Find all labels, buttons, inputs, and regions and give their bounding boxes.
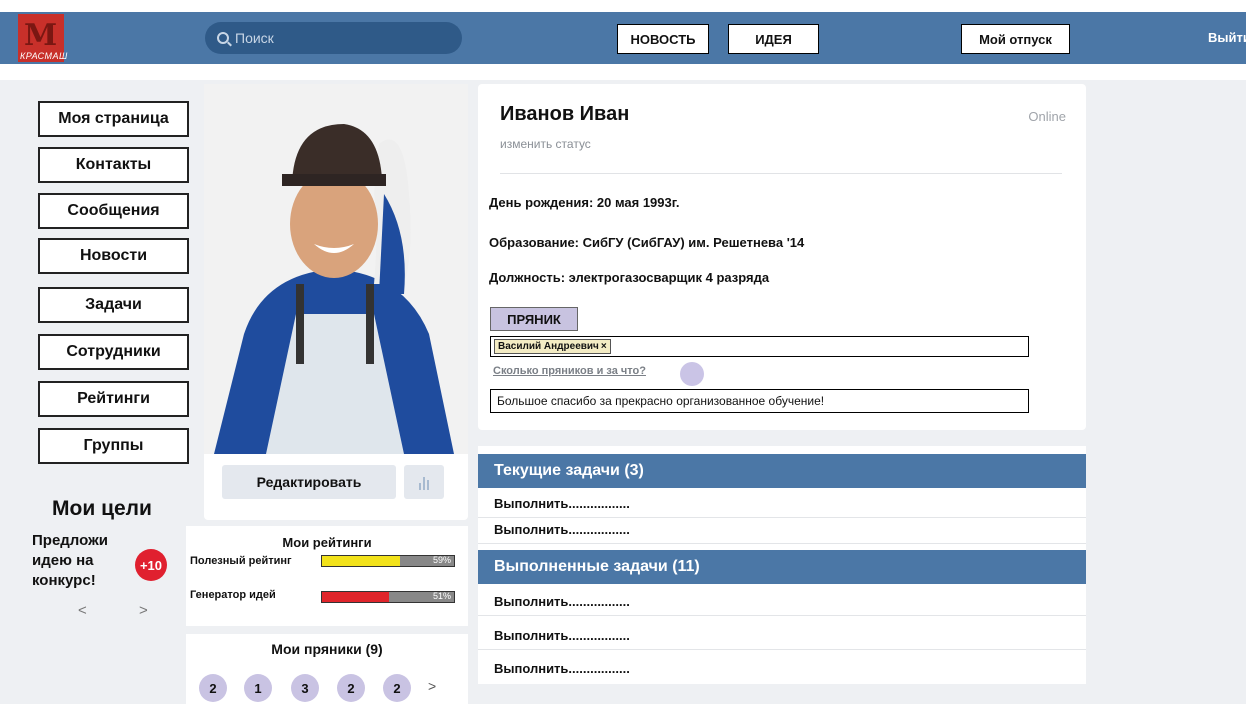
rating-percent: 59% (432, 555, 451, 565)
remove-recipient-icon[interactable]: × (601, 341, 607, 352)
menu-item-ratings[interactable]: Рейтинги (38, 381, 189, 417)
menu-item-employees[interactable]: Сотрудники (38, 334, 189, 370)
task-row[interactable]: Выполнить................. (478, 490, 1086, 518)
news-button[interactable]: НОВОСТЬ (617, 24, 709, 54)
profile-name: Иванов Иван (500, 103, 630, 125)
menu-item-news[interactable]: Новости (38, 238, 189, 274)
gingers-next-arrow[interactable]: > (428, 678, 436, 694)
ginger-count[interactable]: 2 (337, 674, 365, 702)
task-row[interactable]: Выполнить................. (478, 654, 1086, 682)
rating-bar: 51% (321, 591, 455, 603)
profile-card: Иванов Иван изменить статус Online День … (478, 84, 1086, 430)
rating-fill (322, 556, 400, 566)
stats-icon (419, 483, 421, 490)
ratings-card: Мои рейтинги Полезный рейтинг 59% Генера… (186, 526, 468, 626)
online-status: Online (1028, 109, 1066, 124)
profile-education: Образование: СибГУ (СибГАУ) им. Решетнев… (489, 235, 805, 250)
recipient-input[interactable]: Василий Андреевич × (490, 336, 1029, 357)
logo-mark: M (24, 18, 58, 53)
rating-bar: 59% (321, 555, 455, 567)
ginger-count[interactable]: 2 (199, 674, 227, 702)
header: M КРАСМАШ Поиск НОВОСТЬ ИДЕЯ Мой отпуск … (0, 0, 1246, 80)
menu-item-my-page[interactable]: Моя страница (38, 101, 189, 137)
ginger-comment-input[interactable]: Большое спасибо за прекрасно организован… (490, 389, 1029, 413)
done-tasks-header[interactable]: Выполненные задачи (11) (478, 550, 1086, 584)
goal-text[interactable]: Предложи идею на конкурс! (32, 531, 132, 591)
recipient-tag[interactable]: Василий Андреевич × (494, 339, 611, 354)
edit-profile-button[interactable]: Редактировать (222, 465, 396, 499)
ginger-count[interactable]: 1 (244, 674, 272, 702)
tasks-card: Текущие задачи (3) Выполнить............… (478, 446, 1086, 684)
welder-illustration (204, 84, 468, 454)
logout-link[interactable]: Выйти (1208, 30, 1246, 45)
rating-label: Полезный рейтинг (190, 555, 292, 567)
search-icon (217, 32, 229, 44)
ratings-title: Мои рейтинги (282, 535, 372, 550)
profile-photo[interactable] (204, 84, 468, 454)
logo-text: КРАСМАШ (20, 51, 68, 61)
menu-item-contacts[interactable]: Контакты (38, 147, 189, 183)
ginger-count[interactable]: 2 (383, 674, 411, 702)
photo-card: Редактировать (204, 84, 468, 520)
goals-title: Мои цели (52, 497, 152, 520)
ginger-help-link[interactable]: Сколько пряников и за что? (493, 365, 646, 377)
current-tasks-header[interactable]: Текущие задачи (3) (478, 454, 1086, 488)
rating-percent: 51% (432, 591, 451, 601)
profile-divider (500, 173, 1062, 174)
vacation-button[interactable]: Мой отпуск (961, 24, 1070, 54)
task-row[interactable]: Выполнить................. (478, 622, 1086, 650)
menu-item-groups[interactable]: Группы (38, 428, 189, 464)
rating-fill (322, 592, 390, 602)
ginger-count[interactable]: 3 (291, 674, 319, 702)
ginger-help-icon[interactable] (680, 362, 704, 386)
search-input[interactable]: Поиск (205, 22, 462, 54)
profile-birthday: День рождения: 20 мая 1993г. (489, 195, 680, 210)
give-ginger-button[interactable]: ПРЯНИК (490, 307, 578, 331)
task-row[interactable]: Выполнить................. (478, 516, 1086, 544)
stats-button[interactable] (404, 465, 444, 499)
stats-icon-bar (427, 480, 429, 490)
gingers-title: Мои пряники (9) (271, 641, 383, 657)
change-status-link[interactable]: изменить статус (500, 137, 591, 151)
idea-button[interactable]: ИДЕЯ (728, 24, 819, 54)
profile-position: Должность: электрогазосварщик 4 разряда (489, 270, 770, 285)
goals-next-arrow[interactable]: > (139, 602, 148, 619)
stats-icon-bar (423, 477, 425, 490)
company-logo[interactable]: M КРАСМАШ (18, 14, 67, 62)
goals-prev-arrow[interactable]: < (78, 602, 87, 619)
search-placeholder: Поиск (235, 30, 274, 46)
recipient-name: Василий Андреевич (498, 341, 599, 352)
task-row[interactable]: Выполнить................. (478, 588, 1086, 616)
menu-item-messages[interactable]: Сообщения (38, 193, 189, 229)
gingers-card: Мои пряники (9) 2 1 3 2 2 (186, 634, 468, 704)
rating-label: Генератор идей (190, 589, 276, 601)
menu-item-tasks[interactable]: Задачи (38, 287, 189, 323)
goal-points-badge: +10 (135, 549, 167, 581)
